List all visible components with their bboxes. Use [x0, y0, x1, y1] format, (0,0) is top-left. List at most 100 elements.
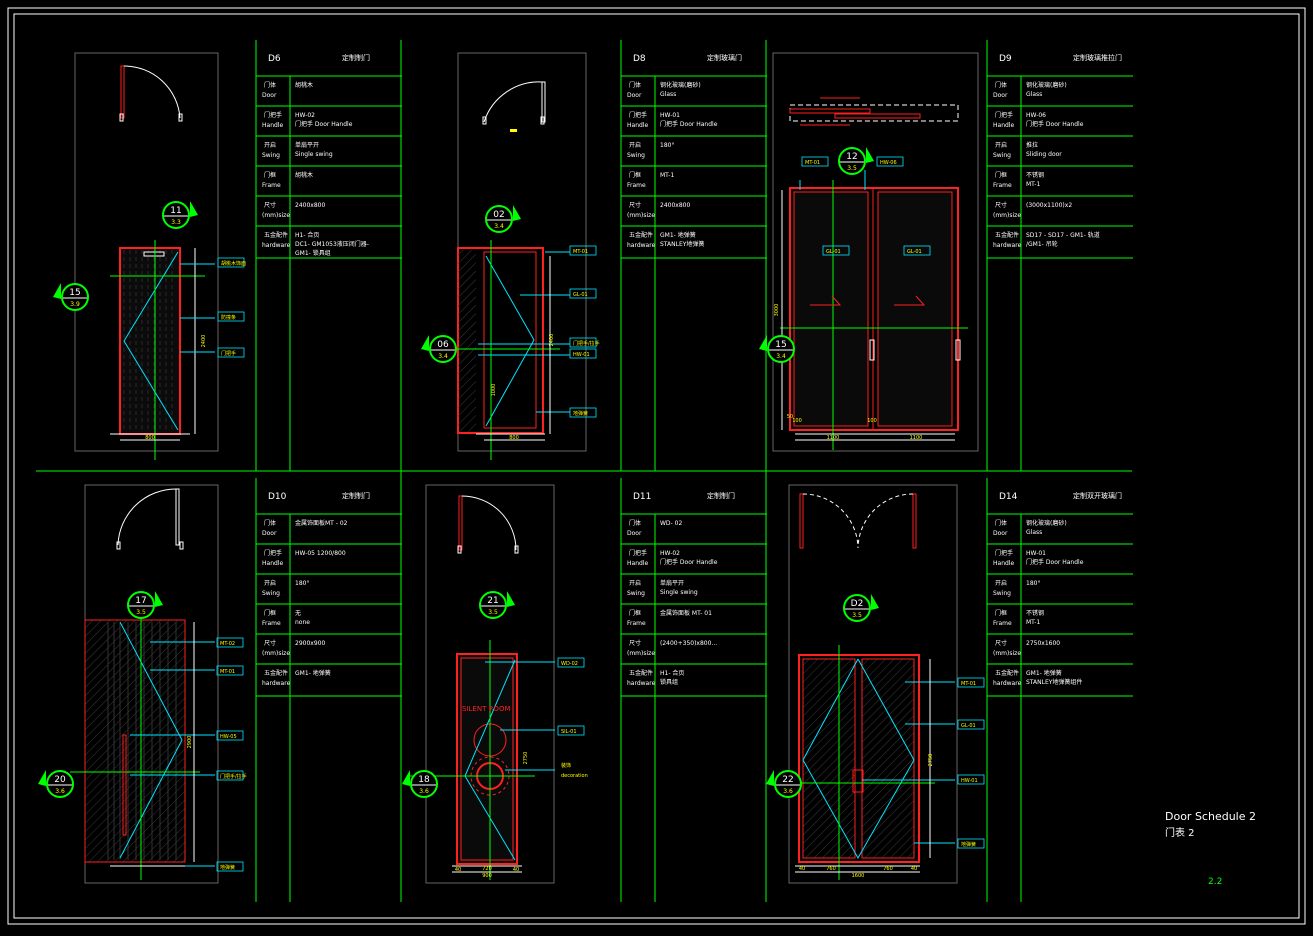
row-label-cn: 尺寸: [995, 201, 1007, 209]
row-label-en: hardware: [627, 680, 656, 687]
callout-number: 17: [135, 596, 146, 606]
row-label-cn: 门体: [629, 519, 641, 527]
row-value: HW-02: [660, 550, 680, 557]
row-label-en: Swing: [262, 590, 280, 597]
callout-sheet: 3.5: [136, 609, 146, 616]
material-tag-label: MT-01: [220, 669, 235, 675]
row-value: MT-1: [1026, 181, 1040, 188]
row-value: Glass: [660, 91, 676, 98]
dimension-value: 900: [482, 873, 492, 879]
door-id: D9: [999, 54, 1012, 64]
door-id: D8: [633, 54, 646, 64]
material-tag-label: MT-01: [573, 249, 588, 255]
row-label-en: Handle: [262, 560, 283, 567]
row-label-en: (mm)size: [262, 650, 290, 657]
row-label-cn: 门框: [264, 171, 276, 179]
row-value: /GM1- 吊轮: [1026, 240, 1058, 248]
outer-border: [7, 7, 1306, 925]
row-label-en: (mm)size: [627, 212, 655, 219]
row-label-cn: 五金配件: [629, 669, 653, 677]
drawing-sheet: 11 3.3 15 3.9 02 3.4 06 3.4 12 3.5 15 3.4 17 3.5 20 3.6…: [0, 0, 1313, 932]
inner-border: [13, 13, 1300, 919]
material-tag: GL-01: [957, 719, 985, 730]
row-label-cn: 尺寸: [264, 639, 276, 647]
row-value: MT-1: [660, 172, 674, 179]
row-value: none: [295, 619, 310, 626]
row-label-cn: 开启: [264, 579, 276, 587]
material-tag-label: 门把手/拉手: [573, 340, 600, 347]
door-d14-drawing: [780, 484, 958, 884]
material-tag-label: MT-01: [961, 681, 976, 687]
row-label-cn: 门把手: [629, 549, 647, 557]
row-label-cn: 开启: [264, 141, 276, 149]
row-label-en: (mm)size: [993, 212, 1021, 219]
row-value: 180°: [295, 580, 309, 587]
section-callout: 123.5: [838, 147, 874, 175]
dimension-value: 800: [145, 435, 155, 441]
material-tag: 装饰: [561, 762, 571, 769]
callout-number: 06: [437, 340, 449, 350]
section-callout: 153.4: [759, 335, 795, 363]
callout-sheet: 3.4: [776, 353, 786, 360]
row-value: HW-01: [660, 112, 680, 119]
row-value: 2400x800: [295, 202, 325, 209]
material-tag-label: 地弹簧: [573, 410, 588, 417]
row-label-en: Handle: [627, 560, 648, 567]
door-title: 定制制门: [707, 491, 735, 500]
section-callout: 153.9: [53, 283, 89, 311]
dimension-value: 100: [867, 418, 877, 424]
material-tag: HW-01: [569, 348, 597, 359]
schedule-table-d10: D10 定制制门门体 Door 金属饰面板MT - 02 门把手 Handle HW-05 …: [255, 478, 402, 902]
row-label-en: Frame: [993, 620, 1012, 627]
callout-sheet: 3.9: [70, 301, 80, 308]
callout-sheet: 3.3: [171, 219, 181, 226]
callout-sheet: 3.5: [847, 165, 857, 172]
material-tag-label: HW-01: [961, 778, 978, 784]
material-tag-label: 地弹簧: [220, 864, 235, 871]
row-value: 钢化玻璃(磨砂): [1026, 81, 1067, 89]
row-label-en: Frame: [262, 182, 281, 189]
row-value: 180°: [1026, 580, 1040, 587]
callout-sheet: 3.6: [783, 788, 793, 795]
row-label-en: Frame: [627, 182, 646, 189]
row-value: 金属饰面板 MT- 01: [660, 609, 712, 617]
row-label-cn: 尺寸: [629, 639, 641, 647]
row-value: 2900x900: [295, 640, 325, 647]
row-value: 胡桃木: [295, 171, 313, 179]
door-d10-drawing: [70, 484, 219, 884]
callout-sheet: 3.6: [419, 788, 429, 795]
dimension-value: 1100: [827, 435, 840, 441]
row-value: 门把手 Door Handle: [660, 120, 718, 128]
cad-drawing: 113.3153.9023.4063.4123.5153.4173.5203.6…: [7, 7, 1306, 925]
row-label-en: Door: [262, 92, 277, 99]
material-tag: 胡桃木饰面: [217, 257, 246, 268]
row-label-cn: 门框: [629, 171, 641, 179]
row-value: 金属饰面板MT - 02: [295, 519, 348, 527]
material-tag: HW-05: [216, 730, 244, 741]
callout-sheet: 3.4: [494, 223, 504, 230]
door-id: D6: [268, 54, 281, 64]
material-tag: HW-01: [957, 774, 985, 785]
row-label-cn: 五金配件: [264, 669, 288, 677]
row-label-en: hardware: [262, 680, 291, 687]
callout-number: 15: [775, 340, 786, 350]
section-callout: 063.4: [421, 335, 457, 363]
callout-sheet: 3.5: [488, 609, 498, 616]
row-value: 推拉: [1026, 141, 1038, 149]
row-value: Glass: [1026, 91, 1042, 98]
row-value: 2400x800: [660, 202, 690, 209]
row-label-en: Handle: [993, 560, 1014, 567]
schedule-table-d8: D8 定制玻璃门门体 Door 钢化玻璃(磨砂) Glass 门把手 Handle HW-01…: [620, 40, 767, 471]
material-tag-label: GL-01: [826, 249, 841, 255]
material-tag-label: 胡桃木饰面: [221, 260, 246, 267]
sheet-number: 2.2: [1208, 877, 1222, 887]
row-value: HW-02: [295, 112, 315, 119]
material-tag: 地弹簧: [957, 838, 985, 849]
material-tag: MT-01: [957, 677, 985, 688]
row-label-en: Door: [627, 530, 642, 537]
door-title: 定制玻璃门: [707, 53, 742, 62]
row-value: H1- 合页: [660, 669, 684, 677]
row-value: Glass: [1026, 529, 1042, 536]
material-tag-label: decoration: [561, 773, 588, 779]
row-value: HW-05 1200/800: [295, 550, 346, 557]
